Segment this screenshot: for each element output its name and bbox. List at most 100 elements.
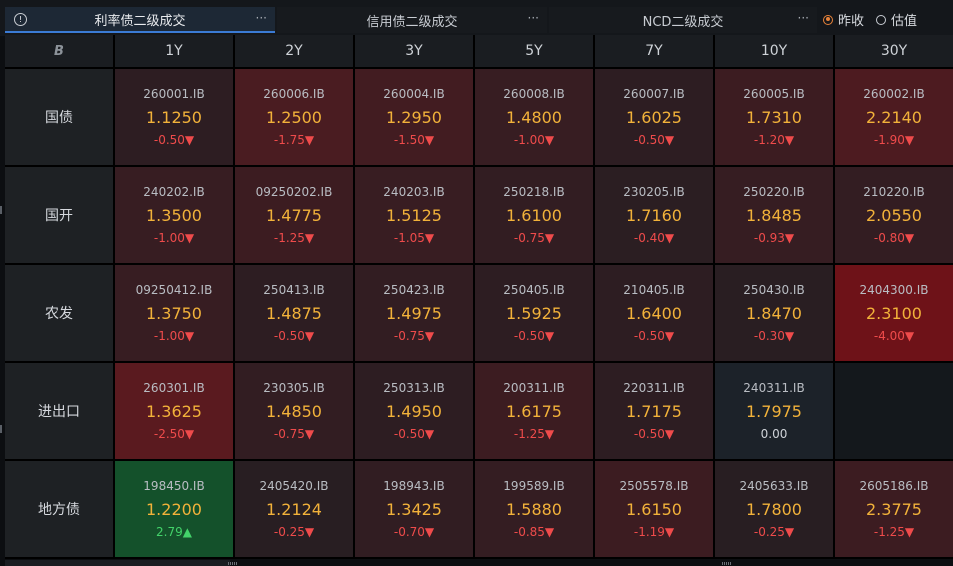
bond-yield: 1.3500	[146, 206, 202, 225]
yield-change: -0.30▼	[753, 329, 795, 343]
bond-cell[interactable]: 250413.IB 1.4875 -0.50▼	[235, 265, 353, 361]
bond-yield: 1.4775	[266, 206, 322, 225]
bond-code: 250313.IB	[383, 381, 445, 395]
yield-change: -1.25▼	[513, 427, 555, 441]
bond-code: 250423.IB	[383, 283, 445, 297]
column-header-3y[interactable]: 3Y	[355, 35, 473, 67]
tab-credit-bonds[interactable]: 信用债二级成交 ···	[277, 7, 547, 33]
bond-cell[interactable]: 240203.IB 1.5125 -1.05▼	[355, 167, 473, 263]
bond-code: 230205.IB	[623, 185, 685, 199]
bond-cell[interactable]: 260005.IB 1.7310 -1.20▼	[715, 69, 833, 165]
scrollbar[interactable]	[5, 560, 230, 566]
bond-cell[interactable]: 250313.IB 1.4950 -0.50▼	[355, 363, 473, 459]
bond-cell[interactable]: 260008.IB 1.4800 -1.00▼	[475, 69, 593, 165]
radio-unselected-icon[interactable]	[876, 14, 887, 25]
bond-code: 250430.IB	[743, 283, 805, 297]
bond-code: 250413.IB	[263, 283, 325, 297]
bond-code: 2404300.IB	[859, 283, 929, 297]
yield-grid: B 1Y 2Y 3Y 5Y 7Y 10Y 30Y 国债 260001.IB 1.1250 -0.50…	[5, 35, 953, 559]
bond-yield: 1.5125	[386, 206, 442, 225]
bond-cell[interactable]: 210220.IB 2.0550 -0.80▼	[835, 167, 953, 263]
bond-cell[interactable]: 210405.IB 1.6400 -0.50▼	[595, 265, 713, 361]
empty-cell	[835, 363, 953, 459]
bond-code: 199589.IB	[503, 479, 565, 493]
bond-cell[interactable]: 09250202.IB 1.4775 -1.25▼	[235, 167, 353, 263]
bond-code: 240311.IB	[743, 381, 805, 395]
tab-ncd[interactable]: NCD二级成交 ···	[549, 7, 817, 33]
radio-prev-close[interactable]: 昨收	[823, 10, 864, 29]
yield-change: -0.93▼	[753, 231, 795, 245]
column-header-10y[interactable]: 10Y	[715, 35, 833, 67]
bond-cell[interactable]: 260002.IB 2.2140 -1.90▼	[835, 69, 953, 165]
info-icon[interactable]: !	[14, 13, 27, 26]
bond-yield: 1.2124	[266, 500, 322, 519]
yield-change: -0.50▼	[633, 329, 675, 343]
yield-change: -1.90▼	[873, 133, 915, 147]
bond-cell[interactable]: 250405.IB 1.5925 -0.50▼	[475, 265, 593, 361]
yield-change: -4.00▼	[873, 329, 915, 343]
bond-cell[interactable]: 260004.IB 1.2950 -1.50▼	[355, 69, 473, 165]
row-header: 农发	[5, 265, 113, 361]
bond-cell[interactable]: 198450.IB 1.2200 2.79▲	[115, 461, 233, 557]
radio-valuation[interactable]: 估值	[876, 10, 917, 29]
bond-cell[interactable]: 230305.IB 1.4850 -0.75▼	[235, 363, 353, 459]
bond-cell[interactable]: 260301.IB 1.3625 -2.50▼	[115, 363, 233, 459]
bond-yield: 2.0550	[866, 206, 922, 225]
bond-cell[interactable]: 2505578.IB 1.6150 -1.19▼	[595, 461, 713, 557]
more-icon[interactable]: ···	[256, 11, 267, 25]
side-resize-handle[interactable]	[0, 206, 2, 214]
bond-yield: 1.6400	[626, 304, 682, 323]
bond-cell[interactable]: 199589.IB 1.5880 -0.85▼	[475, 461, 593, 557]
resize-handle[interactable]	[722, 562, 731, 565]
bond-cell[interactable]: 250423.IB 1.4975 -0.75▼	[355, 265, 473, 361]
bond-yield: 2.3775	[866, 500, 922, 519]
bond-cell[interactable]: 2605186.IB 2.3775 -1.25▼	[835, 461, 953, 557]
bond-cell[interactable]: 260007.IB 1.6025 -0.50▼	[595, 69, 713, 165]
yield-change: -0.25▼	[753, 525, 795, 539]
bond-yield: 1.4875	[266, 304, 322, 323]
bond-yield: 1.6025	[626, 108, 682, 127]
bond-code: 220311.IB	[623, 381, 685, 395]
bond-code: 260008.IB	[503, 87, 565, 101]
bond-cell[interactable]: 2405633.IB 1.7800 -0.25▼	[715, 461, 833, 557]
bond-cell[interactable]: 240202.IB 1.3500 -1.00▼	[115, 167, 233, 263]
bond-cell[interactable]: 2404300.IB 2.3100 -4.00▼	[835, 265, 953, 361]
more-icon[interactable]: ···	[528, 11, 539, 25]
column-header-7y[interactable]: 7Y	[595, 35, 713, 67]
yield-change: -1.19▼	[633, 525, 675, 539]
bond-cell[interactable]: 2405420.IB 1.2124 -0.25▼	[235, 461, 353, 557]
column-header-2y[interactable]: 2Y	[235, 35, 353, 67]
yield-change: -0.85▼	[513, 525, 555, 539]
bond-code: 2405420.IB	[259, 479, 329, 493]
bond-yield: 1.7175	[626, 402, 682, 421]
yield-change: -0.50▼	[633, 133, 675, 147]
bond-code: 260001.IB	[143, 87, 205, 101]
column-header-5y[interactable]: 5Y	[475, 35, 593, 67]
tab-rates-bonds[interactable]: ! 利率债二级成交 ···	[5, 7, 275, 33]
bond-yield: 1.4950	[386, 402, 442, 421]
column-header-1y[interactable]: 1Y	[115, 35, 233, 67]
yield-change: -0.75▼	[273, 427, 315, 441]
side-resize-handle[interactable]	[0, 425, 2, 433]
bond-cell[interactable]: 220311.IB 1.7175 -0.50▼	[595, 363, 713, 459]
bond-cell[interactable]: 260001.IB 1.1250 -0.50▼	[115, 69, 233, 165]
bond-cell[interactable]: 250430.IB 1.8470 -0.30▼	[715, 265, 833, 361]
bond-code: 260004.IB	[383, 87, 445, 101]
bond-yield: 1.5880	[506, 500, 562, 519]
bond-cell[interactable]: 250218.IB 1.6100 -0.75▼	[475, 167, 593, 263]
yield-change: -2.50▼	[153, 427, 195, 441]
resize-handle[interactable]	[228, 562, 237, 565]
bond-cell[interactable]: 260006.IB 1.2500 -1.75▼	[235, 69, 353, 165]
column-header-30y[interactable]: 30Y	[835, 35, 953, 67]
radio-selected-icon[interactable]	[823, 14, 833, 25]
yield-change: -1.50▼	[393, 133, 435, 147]
bond-cell[interactable]: 09250412.IB 1.3750 -1.00▼	[115, 265, 233, 361]
bond-cell[interactable]: 250220.IB 1.8485 -0.93▼	[715, 167, 833, 263]
bond-cell[interactable]: 200311.IB 1.6175 -1.25▼	[475, 363, 593, 459]
bond-cell[interactable]: 240311.IB 1.7975 0.00	[715, 363, 833, 459]
bond-cell[interactable]: 198943.IB 1.3425 -0.70▼	[355, 461, 473, 557]
bond-cell[interactable]: 230205.IB 1.7160 -0.40▼	[595, 167, 713, 263]
bond-yield: 1.7160	[626, 206, 682, 225]
bond-yield: 1.2200	[146, 500, 202, 519]
more-icon[interactable]: ···	[798, 11, 809, 25]
